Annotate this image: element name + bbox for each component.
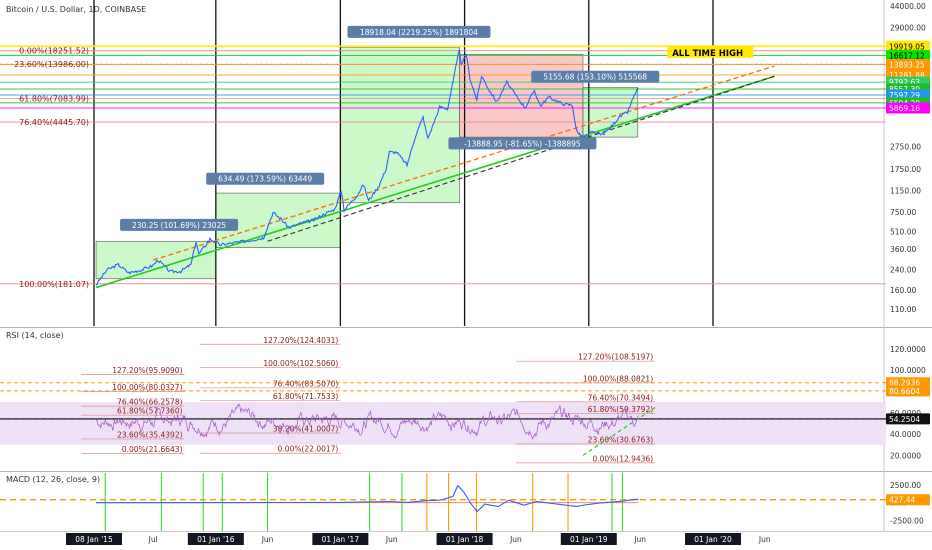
price-axis-tick-label: 2750.00	[890, 142, 921, 151]
rsi-fib-label: 100.00%(102.5060)	[263, 359, 338, 368]
fib-level-label: 23.60%(13986.00)	[14, 60, 89, 69]
rsi-fib-label: 76.40%(70.3494)	[588, 393, 654, 402]
macd-panel-title: MACD (12, 26, close, 9)	[6, 475, 100, 484]
date-axis-tick-label: Jun	[385, 535, 398, 544]
date-axis-tick-label: Jul	[148, 535, 158, 544]
date-axis-tick-label: 01 Jan '16	[197, 535, 235, 544]
date-axis-tick-label: 01 Jan '18	[446, 535, 484, 544]
date-axis-tick-label: Jun	[633, 535, 646, 544]
price-chart-title: Bitcoin / U.S. Dollar, 1D, COINBASE	[6, 5, 146, 14]
date-axis-tick-label: 01 Jan '17	[322, 535, 360, 544]
macd-value-tag: 427.44	[889, 496, 915, 505]
rsi-fib-label: 61.80%(71.7533)	[273, 392, 339, 401]
rsi-fib-label: 100.00%(88.0821)	[583, 374, 653, 383]
rsi-fib-label: 127.20%(108.5197)	[578, 353, 653, 362]
price-axis-tick-label: 160.00	[890, 286, 916, 295]
price-axis-tick-label: 510.00	[890, 227, 916, 236]
rsi-fib-label: 127.20%(124.4031)	[263, 336, 338, 345]
measure-label: 230.25 (101.69%) 23025	[132, 221, 226, 230]
measure-label: 634.49 (173.59%) 63449	[218, 175, 312, 184]
price-tag: 5869.16	[889, 104, 920, 113]
rsi-axis-tick-label: 20.0000	[890, 451, 921, 460]
rsi-fib-label: 76.40%(66.2578)	[117, 398, 183, 407]
price-axis-tick-label: 1150.00	[890, 186, 921, 195]
price-axis-tick-label: 360.00	[890, 245, 916, 254]
all-time-high-badge: ALL TIME HIGH	[672, 49, 743, 59]
rsi-fib-label: 127.20%(95.9090)	[112, 366, 182, 375]
price-axis-tick-label: 44000.00	[890, 2, 926, 11]
rsi-fib-label: 0.00%(22.0017)	[278, 445, 339, 454]
rsi-axis-tick-label: 40.0000	[890, 430, 921, 439]
rsi-fib-label: 0.00%(21.6643)	[122, 445, 183, 454]
fib-level-label: 76.40%(4445.70)	[19, 118, 89, 127]
rsi-fib-label: 23.60%(30.6763)	[588, 436, 654, 445]
price-axis-tick-label: 29000.00	[890, 23, 926, 32]
rsi-value-tag: 80.6604	[889, 387, 920, 396]
date-axis-tick-label: 08 Jan '15	[75, 535, 113, 544]
rsi-fib-label: 61.80%(59.3792)	[588, 405, 654, 414]
macd-axis-tick-label: 2500.00	[890, 481, 921, 490]
date-axis-tick-label: Jun	[509, 535, 522, 544]
rsi-fib-label: 0.00%(12.9436)	[592, 454, 653, 463]
price-axis-tick-label: 750.00	[890, 208, 916, 217]
fib-level-label: 100.00%(181.07)	[19, 280, 89, 289]
rsi-panel-title: RSI (14, close)	[6, 331, 64, 340]
price-axis-tick-label: 240.00	[890, 266, 916, 275]
measure-label: 18918.04 (2219.25%) 1891804	[360, 28, 478, 37]
date-axis-tick-label: Jun	[261, 535, 274, 544]
fib-level-label: 0.00%(18251.52)	[19, 47, 89, 56]
measure-label: -13888.95 (-81.65%) -1388895	[464, 139, 581, 148]
rsi-fib-label: 61.80%(57.7360)	[117, 407, 183, 416]
price-axis-tick-label: 110.00	[890, 305, 916, 314]
measure-label: 5155.68 (153.10%) 515568	[543, 73, 647, 82]
range-box-gain	[95, 240, 217, 280]
macd-axis-tick-label: -2500.00	[890, 516, 924, 525]
rsi-fib-label: 76.40%(83.5070)	[273, 379, 339, 388]
price-tag: 19919.05	[889, 42, 925, 51]
fib-level-label: 61.80%(7083.99)	[19, 95, 89, 104]
rsi-axis-tick-label: 120.0000	[890, 345, 926, 354]
date-axis-tick-label: 01 Jan '19	[570, 535, 608, 544]
macd-line	[96, 484, 639, 513]
rsi-fib-label: 23.60%(35.4392)	[117, 430, 183, 439]
chart-canvas: 0.00%(18251.52) 23.60%(13986.00) 61.80%(70…	[0, 0, 932, 545]
rsi-axis-tick-label: 100.0000	[890, 366, 926, 375]
rsi-value-tag: 54.2504	[889, 415, 920, 424]
date-axis-tick-label: 01 Jan '20	[694, 535, 732, 544]
price-axis-tick-label: 1750.00	[890, 165, 921, 174]
date-axis-tick-label: Jun	[758, 535, 771, 544]
rsi-fib-label: 100.00%(80.0327)	[112, 383, 182, 392]
price-tag: 13893.25	[889, 60, 925, 69]
